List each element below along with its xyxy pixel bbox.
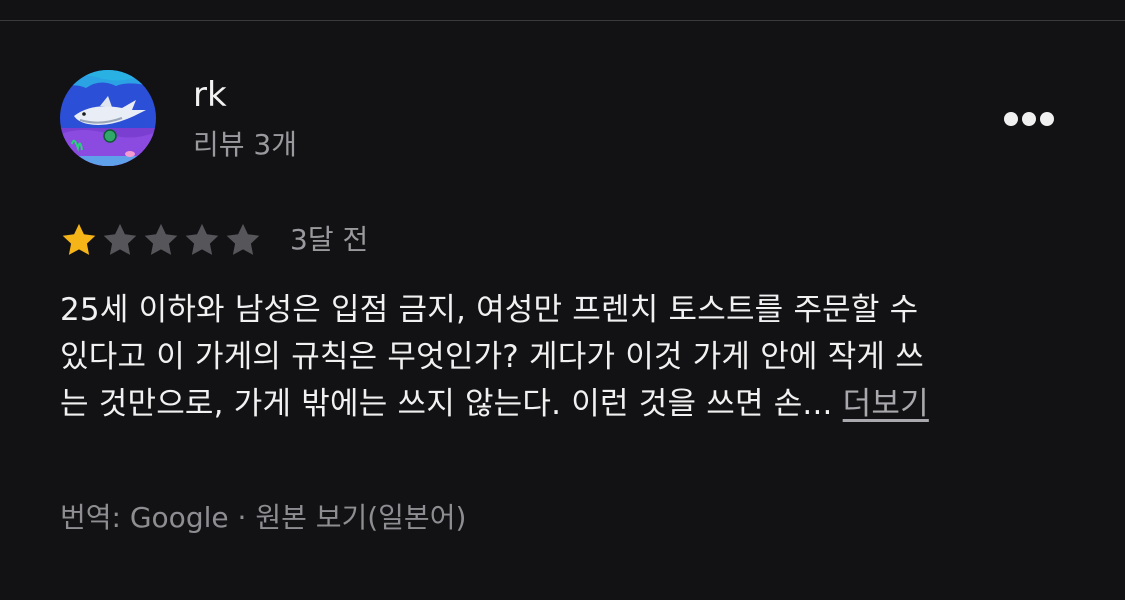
star-empty-icon — [226, 223, 260, 255]
review-line: 25세 이하와 남성은 입점 금지, 여성만 프렌치 토스트를 주문할 수 — [60, 292, 919, 328]
shark-avatar-icon[interactable] — [60, 70, 156, 166]
review-text: 25세 이하와 남성은 입점 금지, 여성만 프렌치 토스트를 주문할 수 있다… — [60, 287, 1070, 428]
separator-dot: · — [237, 501, 247, 534]
review-line-last: 는 것만으로, 가게 밖에는 쓰지 않는다. 이런 것을 쓰면 손... 더보기 — [60, 381, 1070, 428]
star-empty-icon — [103, 223, 137, 255]
divider — [0, 20, 1125, 21]
review-count: 리뷰 3개 — [193, 128, 297, 161]
read-more-link[interactable]: 더보기 — [843, 386, 929, 422]
star-empty-icon — [144, 223, 178, 255]
more-options-button[interactable] — [998, 104, 1060, 134]
more-options-icon — [1040, 112, 1054, 126]
reviewer-name[interactable]: rk — [193, 74, 227, 116]
star-rating — [60, 221, 262, 259]
rating-row: 3달 전 — [60, 218, 368, 262]
review-date: 3달 전 — [290, 223, 369, 256]
translation-info: 번역: Google · 원본 보기(일본어) — [60, 498, 466, 538]
more-options-icon — [1004, 112, 1018, 126]
review-line: 는 것만으로, 가게 밖에는 쓰지 않는다. 이런 것을 쓰면 손... — [60, 386, 833, 422]
star-filled-icon — [62, 223, 96, 255]
view-original-link[interactable]: 원본 보기(일본어) — [255, 501, 466, 534]
review-line: 있다고 이 가게의 규칙은 무엇인가? 게다가 이것 가게 안에 작게 쓰 — [60, 339, 924, 375]
translation-source: 번역: Google — [60, 501, 229, 534]
review-card: rk 리뷰 3개 3달 전 25세 이하와 남성은 입점 금지, 여성만 프렌치… — [0, 0, 1125, 600]
more-options-icon — [1022, 112, 1036, 126]
star-empty-icon — [185, 223, 219, 255]
